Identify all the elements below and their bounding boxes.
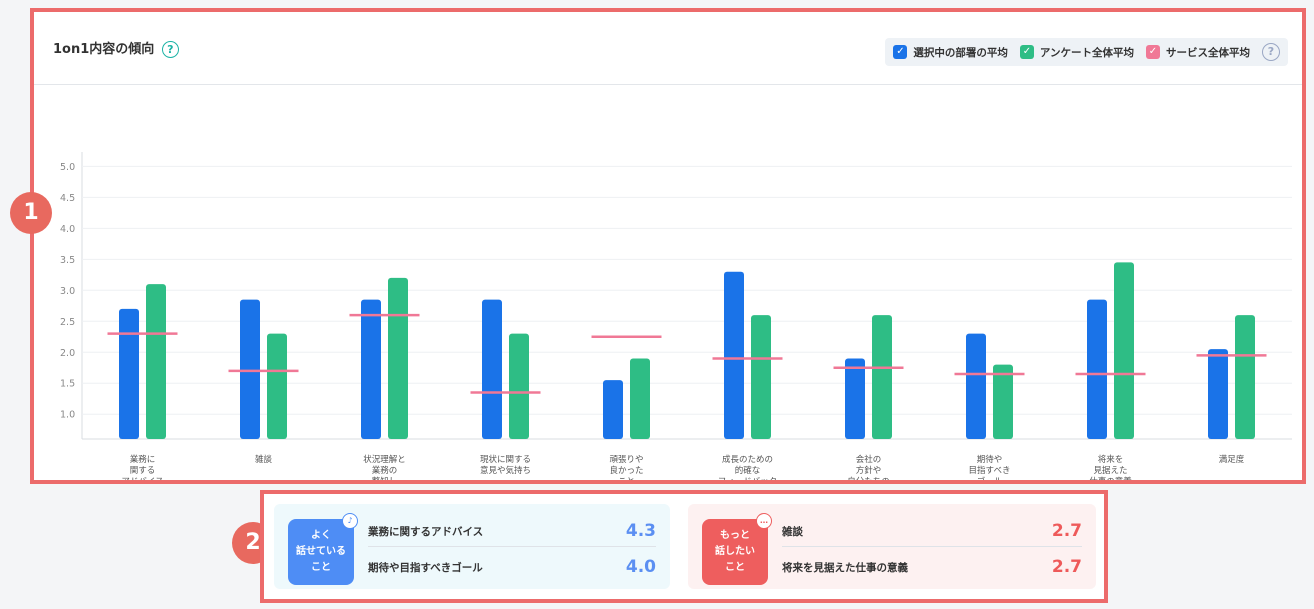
x-tick-label: 自分たちの	[847, 476, 890, 480]
checkbox-checked-icon[interactable]: ✓	[893, 45, 908, 59]
want-more-panel: … もっと 話したい こと 雑談 2.7 将来を見据えた仕事の意義 2.7	[688, 504, 1096, 589]
x-tick-label: 期待や	[977, 454, 1003, 465]
x-tick-label: 満足度	[1219, 454, 1245, 465]
item-label: 期待や目指すべきゴール	[368, 561, 483, 574]
chart-title-wrap: 1on1内容の傾向 ?	[53, 38, 179, 58]
item-score: 4.3	[625, 521, 656, 541]
x-tick-label: 意見や気持ち	[480, 465, 531, 476]
tag-line: 話したい	[715, 546, 755, 557]
x-tick-label: 良かった	[609, 465, 643, 476]
item-label: 雑談	[782, 525, 803, 538]
y-tick-label: 3.5	[60, 255, 75, 266]
item-score: 2.7	[1051, 557, 1082, 577]
bar-survey	[146, 284, 166, 439]
checkbox-checked-icon[interactable]: ✓	[1146, 45, 1160, 59]
bar-survey	[993, 364, 1013, 439]
x-tick-label: 現状に関する	[480, 454, 531, 465]
x-tick-label: 成長のための	[722, 454, 773, 465]
x-tick-label: フィードバック	[718, 477, 777, 480]
y-tick-label: 4.5	[60, 193, 75, 204]
often-item-1: 業務に関するアドバイス 4.3	[368, 516, 656, 547]
chat-bubble-icon: …	[756, 513, 772, 529]
x-tick-label: 頑張りや	[609, 455, 643, 465]
x-tick-label: こと	[618, 477, 635, 480]
x-tick-label: 将来を	[1098, 454, 1124, 465]
bar-survey	[630, 358, 650, 439]
bar-dept	[603, 380, 623, 439]
chart-legend: ✓ 選択中の部署の平均 ✓ アンケート全体平均 ✓ サービス全体平均 ?	[885, 38, 1288, 66]
x-tick-label: ゴール	[977, 476, 1003, 480]
legend-help-icon[interactable]: ?	[1262, 43, 1280, 61]
often-item-2: 期待や目指すべきゴール 4.0	[368, 552, 656, 582]
bar-chart: 5.0 4.5 4.0 3.5 3.0 2.5 2.0 1.5 1.0 業務に関するアドバイス 雑談…	[60, 152, 1292, 480]
x-tick-label: 業務に	[130, 454, 156, 465]
tag-line: 話せている	[296, 546, 346, 557]
often-talked-tag: ♪ よく 話せている こと	[288, 513, 358, 585]
y-tick-label: 1.0	[60, 410, 75, 421]
bar-survey	[388, 277, 408, 439]
legend-item-dept[interactable]: ✓ 選択中の部署の平均	[893, 45, 1008, 60]
x-tick-label: 状況理解と	[363, 454, 406, 465]
more-item-2: 将来を見据えた仕事の意義 2.7	[782, 552, 1082, 582]
more-item-1: 雑談 2.7	[782, 516, 1082, 547]
tag-line: もっと	[720, 530, 750, 541]
y-tick-label: 2.5	[60, 317, 75, 328]
x-tick-label: 関する	[130, 466, 156, 476]
item-label: 業務に関するアドバイス	[368, 525, 484, 538]
bar-dept	[724, 271, 744, 439]
item-score: 4.0	[625, 557, 656, 577]
often-talked-panel: ♪ よく 話せている こと 業務に関するアドバイス 4.3 期待や目指すべきゴー…	[274, 504, 670, 589]
y-tick-label: 4.0	[60, 224, 75, 235]
bar-dept	[966, 333, 986, 439]
x-tick-label: 的確な	[735, 465, 761, 476]
bar-survey	[1235, 315, 1255, 439]
checkbox-checked-icon[interactable]: ✓	[1019, 45, 1034, 59]
y-tick-label: 3.0	[60, 286, 75, 297]
x-tick-label: アドバイス	[121, 477, 163, 480]
x-tick-label: 見据えた	[1093, 465, 1127, 476]
legend-label: サービス全体平均	[1166, 46, 1250, 59]
bar-dept	[119, 308, 139, 439]
chart-header: 1on1内容の傾向 ? ✓ 選択中の部署の平均 ✓ アンケート全体平均 ✓ サー…	[34, 12, 1302, 85]
bar-dept	[1208, 349, 1228, 439]
bar-dept	[482, 299, 502, 439]
bar-survey	[751, 315, 771, 439]
help-icon[interactable]: ?	[161, 41, 179, 58]
chart-title: 1on1内容の傾向	[53, 42, 155, 57]
x-tick-label: 目指すべき	[969, 465, 1011, 476]
bar-survey	[509, 333, 529, 439]
y-tick-label: 1.5	[60, 379, 75, 390]
bar-dept	[845, 358, 865, 439]
bar-dept	[240, 299, 260, 439]
item-label: 将来を見据えた仕事の意義	[782, 561, 908, 574]
y-tick-label: 5.0	[60, 162, 75, 173]
x-tick-label: 仕事の意義	[1089, 476, 1132, 480]
tag-line: よく	[311, 530, 331, 541]
legend-item-service[interactable]: ✓ サービス全体平均	[1146, 45, 1250, 60]
legend-item-survey[interactable]: ✓ アンケート全体平均	[1019, 45, 1134, 60]
bar-dept	[1087, 299, 1107, 439]
x-tick-label: 会社の	[856, 454, 882, 465]
music-note-icon: ♪	[342, 513, 358, 529]
legend-label: 選択中の部署の平均	[913, 46, 1008, 59]
x-tick-label: 整知し	[372, 476, 398, 480]
tag-line: こと	[311, 562, 331, 573]
y-tick-label: 2.0	[60, 348, 75, 359]
legend-label: アンケート全体平均	[1039, 46, 1134, 59]
x-tick-label: 業務の	[372, 465, 398, 476]
x-tick-label: 雑談	[255, 454, 273, 465]
want-more-tag: … もっと 話したい こと	[702, 513, 772, 585]
summary-section: ♪ よく 話せている こと 業務に関するアドバイス 4.3 期待や目指すべきゴー…	[260, 490, 1108, 603]
tag-line: こと	[725, 562, 745, 573]
item-score: 2.7	[1051, 521, 1082, 541]
x-tick-label: 方針や	[856, 465, 882, 476]
bar-survey	[1114, 262, 1134, 439]
annotation-badge-1: 1	[10, 192, 52, 234]
chart-card: 1on1内容の傾向 ? ✓ 選択中の部署の平均 ✓ アンケート全体平均 ✓ サー…	[30, 8, 1306, 484]
bar-dept	[361, 299, 381, 439]
bar-survey	[267, 333, 287, 439]
bar-survey	[872, 315, 892, 439]
